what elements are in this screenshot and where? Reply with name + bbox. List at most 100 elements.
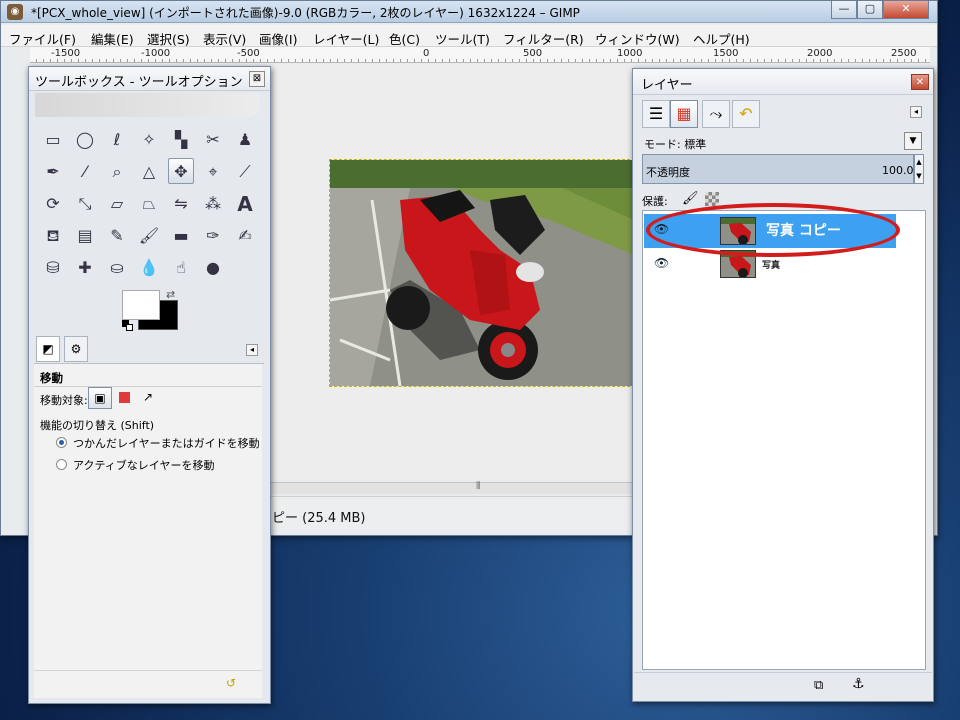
- pencil-icon[interactable]: ✎: [104, 222, 130, 248]
- text-tool-icon[interactable]: A: [232, 190, 258, 216]
- menu-help[interactable]: ヘルプ(H): [693, 29, 750, 48]
- zoom-icon[interactable]: ⌕: [104, 158, 130, 184]
- horizontal-ruler[interactable]: -1500 -1000 -500 0 500 1000 1500 2000 25…: [30, 47, 930, 63]
- blur-icon[interactable]: 💧: [136, 254, 162, 280]
- heal-icon[interactable]: ✚: [72, 254, 98, 280]
- foreground-color-swatch[interactable]: [122, 290, 160, 320]
- dodge-burn-icon[interactable]: ●: [200, 254, 226, 280]
- move-target-layer-button[interactable]: ▣: [88, 387, 112, 409]
- free-select-icon[interactable]: ℓ: [104, 126, 130, 152]
- reset-tool-options-icon[interactable]: ↺: [226, 676, 240, 690]
- layer-mode-label[interactable]: モード: 標準: [644, 136, 706, 152]
- scale-icon[interactable]: ⤡: [72, 190, 98, 216]
- shear-icon[interactable]: ▱: [104, 190, 130, 216]
- opacity-spin-buttons[interactable]: ▲ ▼: [914, 154, 924, 184]
- move-target-label: 移動対象:: [40, 394, 88, 407]
- move-target-path-button[interactable]: ↗: [136, 387, 160, 409]
- tab-fg-bg-colors[interactable]: ◩: [36, 336, 60, 362]
- close-window-button[interactable]: ✕: [883, 1, 929, 19]
- move-target-selection-button[interactable]: [112, 387, 136, 409]
- perspective-icon[interactable]: ⏢: [136, 190, 162, 216]
- layers-titlebar[interactable]: レイヤー ✕: [633, 69, 933, 95]
- tab-tool-options[interactable]: ⚙: [64, 336, 88, 362]
- image-canvas[interactable]: [329, 159, 635, 387]
- gimp-app-icon: ◉: [7, 4, 23, 20]
- smudge-icon[interactable]: ☝: [168, 254, 194, 280]
- wilber-drop-area[interactable]: [35, 93, 260, 117]
- paintbrush-icon[interactable]: 🖌: [136, 222, 162, 248]
- ink-icon[interactable]: ✍: [232, 222, 258, 248]
- tool-toggle-label: 機能の切り替え (Shift): [40, 419, 155, 432]
- perspective-clone-icon[interactable]: ⛀: [104, 254, 130, 280]
- maximize-button[interactable]: ▢: [857, 1, 883, 19]
- menu-color[interactable]: 色(C): [389, 29, 420, 48]
- airbrush-icon[interactable]: ✑: [200, 222, 226, 248]
- paths-icon[interactable]: ✒: [40, 158, 66, 184]
- menu-view[interactable]: 表示(V): [203, 29, 246, 48]
- align-icon[interactable]: ⌖: [200, 158, 226, 184]
- menu-layer[interactable]: レイヤー(L): [313, 29, 379, 48]
- color-picker-icon[interactable]: ⁄: [72, 158, 98, 184]
- color-select-icon[interactable]: ▚: [168, 126, 194, 152]
- ruler-label: -1500: [50, 48, 82, 59]
- layer-name[interactable]: 写真: [762, 258, 780, 271]
- gradient-icon[interactable]: ▤: [72, 222, 98, 248]
- anchor-layer-icon[interactable]: ⚓: [852, 676, 865, 692]
- opacity-label: 不透明度: [646, 166, 690, 179]
- foreground-select-icon[interactable]: ♟: [232, 126, 258, 152]
- move-tool-icon[interactable]: ✥: [168, 158, 194, 184]
- menubar: ファイル(F) 編集(E) 選択(S) 表示(V) 画像(I) レイヤー(L) …: [1, 25, 937, 47]
- tool-options-panel: [34, 364, 262, 670]
- channels-tab-icon[interactable]: ▦: [670, 100, 698, 128]
- opacity-value[interactable]: 100.0: [882, 164, 914, 177]
- layers-tab-menu-arrow-icon[interactable]: ◂: [910, 106, 922, 118]
- visibility-eye-icon[interactable]: 👁: [654, 256, 669, 270]
- paths-tab-icon[interactable]: ⤳: [702, 100, 730, 128]
- toolbox-titlebar[interactable]: ツールボックス - ツールオプション ⊠: [29, 67, 270, 91]
- ruler-label: 2000: [806, 48, 834, 59]
- ruler-label: 1500: [712, 48, 740, 59]
- menu-image[interactable]: 画像(I): [259, 29, 297, 48]
- crop-icon[interactable]: ⟋: [232, 158, 258, 184]
- ellipse-select-icon[interactable]: ◯: [72, 126, 98, 152]
- rect-select-icon[interactable]: ▭: [40, 126, 66, 152]
- window-titlebar[interactable]: ◉ *[PCX_whole_view] (インポートされた画像)-9.0 (RG…: [1, 1, 937, 23]
- radio-pick-layer[interactable]: [56, 437, 67, 448]
- tool-options-title: 移動: [40, 371, 63, 385]
- ruler-label: 0: [422, 48, 431, 59]
- menu-tools[interactable]: ツール(T): [435, 29, 490, 48]
- scrollbar-grip-icon[interactable]: ⦀: [476, 481, 480, 492]
- toolbox-close-button[interactable]: ⊠: [249, 71, 265, 87]
- cage-transform-icon[interactable]: ⁂: [200, 190, 226, 216]
- eraser-icon[interactable]: ▬: [168, 222, 194, 248]
- menu-file[interactable]: ファイル(F): [9, 29, 76, 48]
- fuzzy-select-icon[interactable]: ✧: [136, 126, 162, 152]
- radio-active-layer-label[interactable]: アクティブなレイヤーを移動: [73, 457, 214, 473]
- default-colors-icon[interactable]: [122, 320, 134, 332]
- status-text: ピー (25.4 MB): [272, 511, 366, 526]
- duplicate-layer-icon[interactable]: ⧉: [814, 678, 823, 693]
- ruler-label: -1000: [140, 48, 172, 59]
- menu-windows[interactable]: ウィンドウ(W): [595, 29, 680, 48]
- lock-pixels-brush-icon[interactable]: 🖌: [682, 191, 699, 206]
- menu-select[interactable]: 選択(S): [147, 29, 190, 48]
- horizontal-scrollbar[interactable]: [268, 482, 634, 494]
- minimize-button[interactable]: —: [831, 1, 857, 19]
- layers-close-button[interactable]: ✕: [911, 74, 929, 90]
- menu-filters[interactable]: フィルター(R): [503, 29, 584, 48]
- tab-menu-arrow-icon[interactable]: ◂: [246, 344, 258, 356]
- layer-mode-dropdown-icon[interactable]: ▼: [904, 132, 922, 150]
- lock-alpha-checker-icon[interactable]: [705, 192, 719, 206]
- bucket-fill-icon[interactable]: ⛾: [40, 222, 66, 248]
- measure-icon[interactable]: △: [136, 158, 162, 184]
- rotate-icon[interactable]: ⟳: [40, 190, 66, 216]
- clone-icon[interactable]: ⛁: [40, 254, 66, 280]
- scissors-icon[interactable]: ✂: [200, 126, 226, 152]
- undo-history-tab-icon[interactable]: ↶: [732, 100, 760, 128]
- radio-pick-layer-label[interactable]: つかんだレイヤーまたはガイドを移動: [73, 435, 260, 451]
- layers-tab-icon[interactable]: ☰: [642, 100, 670, 128]
- radio-active-layer[interactable]: [56, 459, 67, 470]
- swap-colors-icon[interactable]: ⇄: [166, 288, 175, 301]
- menu-edit[interactable]: 編集(E): [91, 29, 134, 48]
- flip-icon[interactable]: ⇋: [168, 190, 194, 216]
